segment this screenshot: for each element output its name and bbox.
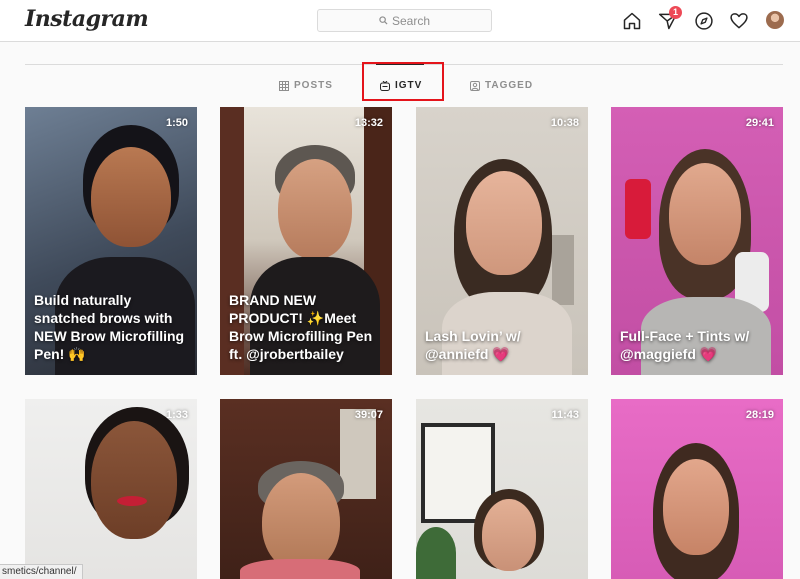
igtv-video-tile[interactable]: 1:33 — [25, 399, 197, 579]
video-duration: 1:50 — [165, 117, 188, 129]
tab-tagged[interactable]: TAGGED — [470, 80, 533, 91]
tab-tagged-label: TAGGED — [485, 80, 534, 91]
search-input[interactable]: Search — [317, 9, 492, 32]
tab-posts-label: POSTS — [294, 80, 333, 91]
video-caption: Lash Lovin’ w/ @anniefd 💗 — [425, 328, 521, 362]
igtv-video-tile[interactable]: 1:50 Build naturally snatched brows with… — [25, 107, 197, 375]
home-icon[interactable] — [621, 10, 643, 32]
igtv-video-tile[interactable]: 10:38 Lash Lovin’ w/ @anniefd 💗 — [416, 107, 588, 375]
instagram-logo[interactable]: Instagram — [25, 6, 149, 32]
video-duration: 29:41 — [745, 117, 774, 129]
video-duration: 39:07 — [354, 409, 383, 421]
video-caption: BRAND NEW PRODUCT! ✨Meet Brow Microfilli… — [229, 292, 373, 362]
video-duration: 1:33 — [165, 409, 188, 421]
direct-messages-icon[interactable]: 1 — [657, 6, 682, 32]
video-duration: 28:19 — [745, 409, 774, 421]
tab-posts[interactable]: POSTS — [279, 80, 333, 91]
igtv-tab-highlight-box — [362, 62, 444, 101]
igtv-video-tile[interactable]: 39:07 — [220, 399, 392, 579]
explore-icon[interactable] — [693, 10, 715, 32]
igtv-video-tile[interactable]: 28:19 — [611, 399, 783, 579]
igtv-video-tile[interactable]: 11:43 — [416, 399, 588, 579]
video-duration: 13:32 — [354, 117, 383, 129]
search-placeholder: Search — [391, 13, 431, 28]
profile-avatar[interactable] — [766, 11, 784, 29]
browser-status-url: smetics/channel/ — [0, 564, 84, 579]
grid-icon — [279, 80, 289, 91]
video-caption: Full-Face + Tints w/ @maggiefd 💗 — [620, 328, 750, 362]
heart-icon[interactable] — [728, 10, 750, 32]
igtv-video-tile[interactable]: 29:41 Full-Face + Tints w/ @maggiefd 💗 — [611, 107, 783, 375]
notification-badge: 1 — [669, 6, 682, 19]
tagged-icon — [470, 80, 480, 91]
video-caption: Build naturally snatched brows with NEW … — [34, 292, 185, 362]
search-icon — [379, 16, 388, 25]
top-nav-bar: Instagram Search 1 — [0, 0, 800, 42]
video-duration: 11:43 — [551, 409, 579, 421]
igtv-video-tile[interactable]: 13:32 BRAND NEW PRODUCT! ✨Meet Brow Micr… — [220, 107, 392, 375]
video-duration: 10:38 — [550, 117, 579, 129]
